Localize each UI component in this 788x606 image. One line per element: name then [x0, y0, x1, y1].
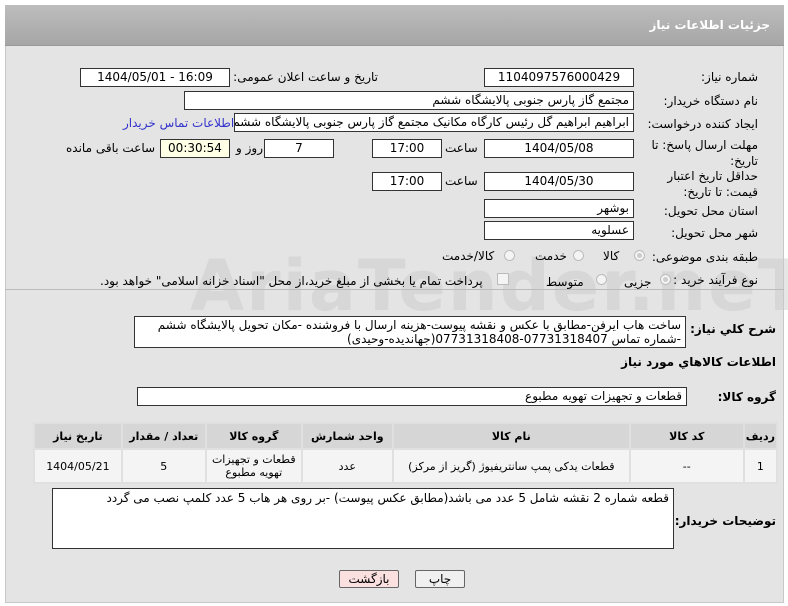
process-minor-radio[interactable]: [660, 274, 671, 285]
process-label: نوع فرآیند خرید :: [673, 273, 758, 287]
category-service-label: خدمت: [535, 249, 567, 263]
province-field[interactable]: بوشهر: [484, 199, 634, 218]
creator-field[interactable]: ابراهیم ابراهیم گل رئیس کارگاه مکانیک مج…: [234, 113, 634, 132]
validity-date-field[interactable]: 1404/05/30: [484, 172, 634, 191]
category-goods-label: کالا: [603, 249, 620, 263]
category-service-radio[interactable]: [573, 250, 584, 261]
notes-label: توضیحات خریدار:: [674, 514, 776, 528]
category-goods-radio[interactable]: [634, 250, 645, 261]
payment-note: پرداخت تمام یا بخشی از مبلغ خرید،از محل …: [100, 274, 483, 288]
contact-buyer-link[interactable]: اطلاعات تماس خریدار: [123, 116, 234, 130]
city-field[interactable]: عسلویه: [484, 221, 634, 240]
col-unit: واحد شمارش: [302, 424, 392, 448]
col-code: کد کالا: [630, 424, 743, 448]
cell-group: قطعات و تجهیزات تهویه مطبوع: [206, 450, 301, 482]
description-label: شرح کلي نياز:: [690, 322, 776, 336]
category-label: طبقه بندی موضوعی:: [651, 250, 758, 264]
notes-textarea[interactable]: قطعه شماره 2 نقشه شامل 5 عدد می باشد(مطا…: [52, 488, 674, 549]
col-name: نام کالا: [393, 424, 629, 448]
province-label: استان محل تحویل:: [663, 204, 758, 218]
col-qty: تعداد / مقدار: [122, 424, 205, 448]
cell-name: قطعات یدکی پمپ سانتریفیوژ (گریز از مرکز): [393, 450, 629, 482]
table-header-row: ردیف کد کالا نام کالا واحد شمارش گروه کا…: [35, 424, 776, 448]
cell-date: 1404/05/21: [35, 450, 121, 482]
deadline-time-field[interactable]: 17:00: [372, 139, 442, 158]
col-row: ردیف: [744, 424, 776, 448]
buyer-label: نام دستگاه خریدار:: [663, 94, 759, 108]
page-title: جزئیات اطلاعات نیاز: [649, 18, 770, 32]
announce-field[interactable]: 1404/05/01 - 16:09: [80, 68, 230, 87]
deadline-label: مهلت ارسال پاسخ: تا تاریخ:: [651, 138, 758, 168]
need-number-field[interactable]: 1104097576000429: [484, 68, 634, 87]
treasury-checkbox[interactable]: [497, 273, 509, 285]
announce-label: تاریخ و ساعت اعلان عمومی:: [233, 70, 378, 84]
process-medium-radio[interactable]: [596, 274, 607, 285]
back-button[interactable]: بازگشت: [339, 570, 399, 588]
cell-qty: 5: [122, 450, 205, 482]
print-button[interactable]: چاپ: [415, 570, 465, 588]
days-field[interactable]: 7: [264, 139, 334, 158]
header-bar: جزئیات اطلاعات نیاز: [5, 5, 784, 46]
city-label: شهر محل تحویل:: [671, 226, 758, 240]
col-group: گروه کالا: [206, 424, 301, 448]
table-row: 1 -- قطعات یدکی پمپ سانتریفیوژ (گریز از …: [35, 450, 776, 482]
goods-info-title: اطلاعات کالاهاي مورد نياز: [621, 355, 776, 369]
description-textarea[interactable]: ساخت هاب ایرفن-مطابق با عکس و نقشه پیوست…: [134, 316, 686, 348]
validity-label: حداقل تاریخ اعتبار قیمت: تا تاریخ:: [667, 169, 758, 199]
need-number-label: شماره نیاز:: [701, 70, 758, 84]
days-label: روز و: [236, 141, 263, 155]
col-date: تاریخ نیاز: [35, 424, 121, 448]
validity-time-label: ساعت: [445, 174, 478, 188]
deadline-date-field[interactable]: 1404/05/08: [484, 139, 634, 158]
goods-group-field[interactable]: قطعات و تجهیزات تهویه مطبوع: [137, 387, 687, 406]
process-minor-label: جزیی: [624, 275, 652, 289]
validity-time-field[interactable]: 17:00: [372, 172, 442, 191]
remaining-time-field: 00:30:54: [160, 139, 230, 158]
deadline-time-label: ساعت: [445, 141, 478, 155]
goods-table: ردیف کد کالا نام کالا واحد شمارش گروه کا…: [33, 422, 778, 484]
cell-row: 1: [744, 450, 776, 482]
divider: [5, 289, 784, 290]
remaining-label: ساعت باقی مانده: [66, 141, 156, 155]
process-medium-label: متوسط: [546, 275, 584, 289]
buyer-field[interactable]: مجتمع گاز پارس جنوبی پالایشگاه ششم: [184, 91, 634, 110]
cell-unit: عدد: [302, 450, 392, 482]
cell-code: --: [630, 450, 743, 482]
category-both-radio[interactable]: [504, 250, 515, 261]
goods-group-label: گروه کالا:: [717, 390, 776, 404]
creator-label: ایجاد کننده درخواست:: [647, 117, 758, 131]
category-both-label: کالا/خدمت: [442, 249, 495, 263]
